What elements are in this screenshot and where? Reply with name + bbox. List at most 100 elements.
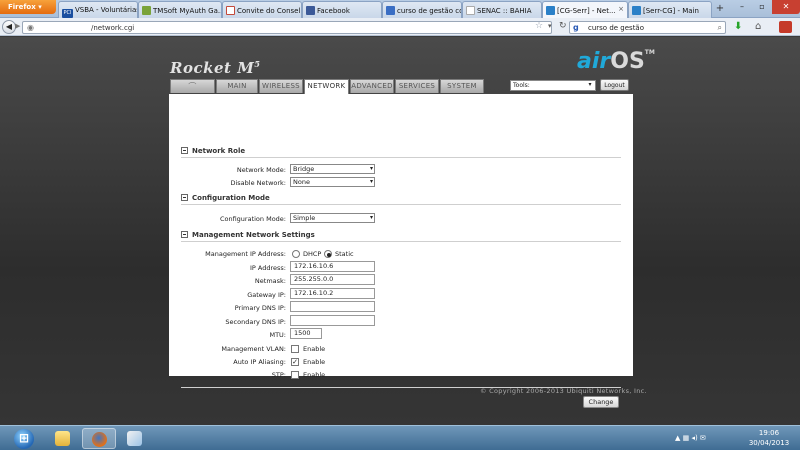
clock-time[interactable]: 19:06 (744, 429, 794, 437)
dhcp-label: DHCP (303, 250, 322, 258)
reload-icon[interactable]: ↻ (559, 21, 567, 31)
browser-tab-facebook[interactable]: Facebook (302, 1, 382, 18)
taskbar-firefox[interactable] (82, 428, 116, 449)
ubiquiti-favicon-icon (546, 6, 555, 15)
bookmark-star-icon[interactable]: ☆ (535, 21, 543, 31)
pci-favicon-icon: PCI (62, 9, 73, 18)
new-tab-button[interactable]: + (713, 3, 727, 15)
browser-tab-curso[interactable]: curso de gestão co... (382, 1, 462, 18)
tab-ubnt[interactable]: ⌒ (170, 79, 215, 93)
back-button[interactable]: ◀ (2, 20, 16, 34)
logout-button[interactable]: Logout (600, 79, 629, 91)
window-minimize-button[interactable]: – (732, 0, 752, 14)
firefox-menu-button[interactable]: Firefox ▾ (0, 0, 56, 14)
page-favicon-icon (386, 6, 395, 15)
url-bar[interactable]: ◉ /network.cgi (22, 21, 552, 34)
magnifier-icon[interactable]: ⌕ (718, 23, 722, 33)
disable-network-select[interactable]: None ▾ (290, 177, 375, 187)
page-favicon-icon (466, 6, 475, 15)
url-text[interactable]: /network.cgi (91, 24, 134, 32)
chevron-down-icon: ▾ (588, 81, 592, 88)
download-icon[interactable]: ⬇ (734, 21, 742, 32)
addon-icon[interactable] (779, 21, 792, 33)
gateway-ip-input[interactable]: 172.16.10.2 (290, 288, 375, 299)
gmail-favicon-icon (226, 6, 235, 15)
ubnt-logo-icon: ⌒ (188, 82, 197, 91)
url-dropdown-icon[interactable]: ▾ (548, 22, 552, 30)
browser-tab-cg-serr[interactable]: [CG-Serr] - Net... × (542, 1, 628, 18)
tab-network[interactable]: NETWORK (304, 79, 349, 94)
rocket-m5-logo: Rocket M5 (170, 59, 261, 77)
section-management-network[interactable]: Management Network Settings (181, 231, 315, 239)
taskbar-paint[interactable] (118, 428, 152, 449)
browser-tab-strip: Firefox ▾ PCIVSBA - Voluntárias ... TMSo… (0, 0, 800, 18)
browser-tab-gmail[interactable]: Convite do Consel... (222, 1, 302, 18)
auto-ip-aliasing-checkbox[interactable]: ✓ (291, 358, 299, 366)
collapse-icon[interactable] (181, 194, 188, 201)
browser-tab-vsba[interactable]: PCIVSBA - Voluntárias ... (58, 1, 138, 18)
section-network-role[interactable]: Network Role (181, 147, 245, 155)
browser-tab-serr-cg[interactable]: [Serr-CG] - Main (628, 1, 712, 18)
ubiquiti-favicon-icon (632, 6, 641, 15)
home-icon[interactable]: ⌂ (755, 21, 761, 32)
search-bar[interactable]: g curso de gestão ⌕ (569, 21, 726, 34)
window-maximize-button[interactable]: ▫ (752, 0, 772, 14)
chevron-down-icon: ▾ (369, 214, 373, 221)
change-button[interactable]: Change (583, 396, 619, 408)
stp-label: STP: (271, 371, 286, 379)
ip-address-input[interactable]: 172.16.10.6 (290, 261, 375, 272)
window-close-button[interactable]: ✕ (772, 0, 800, 14)
tab-main[interactable]: MAIN (216, 79, 258, 93)
tools-select[interactable]: Tools: ▾ (510, 80, 596, 91)
search-input[interactable]: curso de gestão (588, 24, 644, 32)
disable-network-label: Disable Network: (230, 179, 286, 187)
network-settings-panel: Network Role Network Mode: Bridge ▾ Disab… (169, 94, 633, 408)
system-tray[interactable]: ▲ ▦ ◂) ✉ (675, 434, 706, 442)
tab-advanced[interactable]: ADVANCED (350, 79, 394, 93)
close-tab-icon[interactable]: × (618, 5, 624, 13)
airos-page: Rocket M5 airOSTM ⌒ MAIN WIRELESS NETWOR… (0, 37, 800, 425)
netmask-input[interactable]: 255.255.0.0 (290, 274, 375, 285)
tab-wireless[interactable]: WIRELESS (259, 79, 303, 93)
secondary-dns-label: Secondary DNS IP: (225, 318, 286, 326)
site-identity-icon[interactable]: ◉ (27, 23, 34, 32)
clock-date[interactable]: 30/04/2013 (744, 439, 794, 447)
section-divider (181, 157, 621, 158)
google-search-icon[interactable]: g (573, 23, 579, 32)
management-vlan-checkbox[interactable] (291, 345, 299, 353)
chevron-down-icon: ▾ (369, 165, 373, 172)
network-mode-select[interactable]: Bridge ▾ (290, 164, 375, 174)
browser-tab-tmsoft[interactable]: TMSoft MyAuth Ga... (138, 1, 222, 18)
facebook-favicon-icon (306, 6, 315, 15)
primary-dns-input[interactable] (290, 301, 375, 312)
windows-taskbar: ⊞ ▲ ▦ ◂) ✉ 19:06 30/04/2013 (0, 425, 800, 450)
browser-tab-senac[interactable]: SENAC :: BAHIA (462, 1, 542, 18)
section-divider (181, 204, 621, 205)
tab-system[interactable]: SYSTEM (440, 79, 484, 93)
collapse-icon[interactable] (181, 231, 188, 238)
static-radio[interactable] (324, 250, 332, 258)
mtu-input[interactable]: 1500 (290, 328, 322, 339)
copyright-text: © Copyright 2006-2013 Ubiquiti Networks,… (480, 387, 647, 395)
taskbar-explorer[interactable] (46, 428, 80, 449)
stp-checkbox[interactable] (291, 371, 299, 379)
section-divider (181, 241, 621, 242)
folder-icon (55, 431, 70, 446)
static-label: Static (335, 250, 354, 258)
mtu-label: MTU: (269, 331, 286, 339)
auto-ip-aliasing-label: Auto IP Aliasing: (233, 358, 286, 366)
management-vlan-label: Management VLAN: (221, 345, 286, 353)
section-configuration-mode[interactable]: Configuration Mode (181, 194, 270, 202)
tab-services[interactable]: SERVICES (395, 79, 439, 93)
dhcp-radio[interactable] (292, 250, 300, 258)
forward-button[interactable]: ▶ (15, 22, 20, 30)
airos-logo: airOSTM (577, 49, 655, 74)
configuration-mode-select[interactable]: Simple ▾ (290, 213, 375, 223)
secondary-dns-input[interactable] (290, 315, 375, 326)
management-ip-label: Management IP Address: (205, 250, 286, 258)
collapse-icon[interactable] (181, 147, 188, 154)
netmask-label: Netmask: (254, 277, 286, 285)
start-button[interactable]: ⊞ (14, 429, 34, 449)
tmsoft-favicon-icon (142, 6, 151, 15)
chevron-down-icon: ▾ (369, 178, 373, 185)
